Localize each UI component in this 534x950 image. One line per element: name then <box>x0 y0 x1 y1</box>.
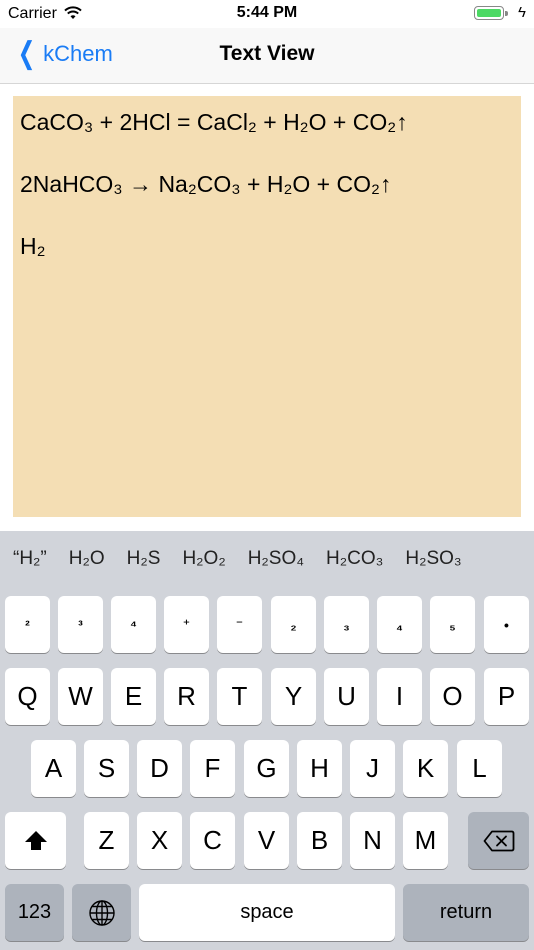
key-d[interactable]: D <box>137 740 182 797</box>
page-title: Text View <box>219 42 315 65</box>
key-c[interactable]: C <box>190 812 235 869</box>
key-h[interactable]: H <box>297 740 342 797</box>
key-b[interactable]: B <box>297 812 342 869</box>
key-i[interactable]: I <box>377 668 422 725</box>
suggestion-item[interactable]: H₂SO₃ <box>394 548 472 570</box>
key-y[interactable]: Y <box>271 668 316 725</box>
text-line: H₂ <box>20 233 46 259</box>
charging-icon: ϟ <box>518 4 526 21</box>
key-k[interactable]: K <box>403 740 448 797</box>
key-bullet[interactable]: • <box>484 596 529 653</box>
key-l[interactable]: L <box>457 740 502 797</box>
text-line: 2NaHCO₃ → Na₂CO₃ + H₂O + CO₂↑ <box>20 171 392 197</box>
key-g[interactable]: G <box>244 740 289 797</box>
key-e[interactable]: E <box>111 668 156 725</box>
key-z[interactable]: Z <box>84 812 129 869</box>
text-line: CaCO₃ + 2HCl = CaCl₂ + H₂O + CO₂↑ <box>20 109 408 135</box>
globe-button[interactable] <box>72 884 131 941</box>
key-subscript-3[interactable]: ₃ <box>324 596 369 653</box>
text-view[interactable]: CaCO₃ + 2HCl = CaCl₂ + H₂O + CO₂↑ 2NaHCO… <box>13 96 521 517</box>
key-superscript-plus[interactable]: ⁺ <box>164 596 209 653</box>
key-a[interactable]: A <box>31 740 76 797</box>
suggestion-item[interactable]: H₂O <box>58 548 116 570</box>
battery-icon <box>474 6 504 20</box>
key-subscript-4[interactable]: ₄ <box>377 596 422 653</box>
suggestion-item[interactable]: H₂O₂ <box>171 548 236 570</box>
suggestion-bar: “H₂” H₂O H₂S H₂O₂ H₂SO₄ H₂CO₃ H₂SO₃ <box>0 531 534 586</box>
shift-icon <box>24 830 47 850</box>
key-p[interactable]: P <box>484 668 529 725</box>
key-o[interactable]: O <box>430 668 475 725</box>
key-superscript-3[interactable]: ³ <box>58 596 103 653</box>
key-r[interactable]: R <box>164 668 209 725</box>
navigation-bar: ❮ kChem Text View <box>0 28 534 84</box>
clock: 5:44 PM <box>236 4 298 21</box>
key-v[interactable]: V <box>244 812 289 869</box>
key-s[interactable]: S <box>84 740 129 797</box>
delete-button[interactable] <box>468 812 529 869</box>
return-key[interactable]: return <box>403 884 529 941</box>
status-bar: Carrier 5:44 PM ϟ <box>0 0 534 28</box>
space-key[interactable]: space <box>139 884 395 941</box>
key-x[interactable]: X <box>137 812 182 869</box>
key-t[interactable]: T <box>217 668 262 725</box>
key-n[interactable]: N <box>350 812 395 869</box>
key-superscript-minus[interactable]: ⁻ <box>217 596 262 653</box>
key-j[interactable]: J <box>350 740 395 797</box>
backspace-icon <box>483 830 514 851</box>
key-superscript-4[interactable]: ⁴ <box>111 596 156 653</box>
battery-tip <box>505 11 508 16</box>
key-f[interactable]: F <box>190 740 235 797</box>
suggestion-item[interactable]: H₂CO₃ <box>315 548 394 570</box>
numbers-key[interactable]: 123 <box>5 884 64 941</box>
key-m[interactable]: M <box>403 812 448 869</box>
key-u[interactable]: U <box>324 668 369 725</box>
key-q[interactable]: Q <box>5 668 50 725</box>
key-superscript-2[interactable]: ² <box>5 596 50 653</box>
suggestion-item[interactable]: H₂SO₄ <box>237 548 315 570</box>
globe-icon <box>88 899 115 926</box>
keyboard: “H₂” H₂O H₂S H₂O₂ H₂SO₄ H₂CO₃ H₂SO₃ ² ³ … <box>0 531 534 950</box>
suggestion-item[interactable]: H₂S <box>116 548 172 570</box>
suggestion-item[interactable]: “H₂” <box>0 548 58 570</box>
key-subscript-2[interactable]: ₂ <box>271 596 316 653</box>
shift-button[interactable] <box>5 812 66 869</box>
key-subscript-5[interactable]: ₅ <box>430 596 475 653</box>
key-w[interactable]: W <box>58 668 103 725</box>
